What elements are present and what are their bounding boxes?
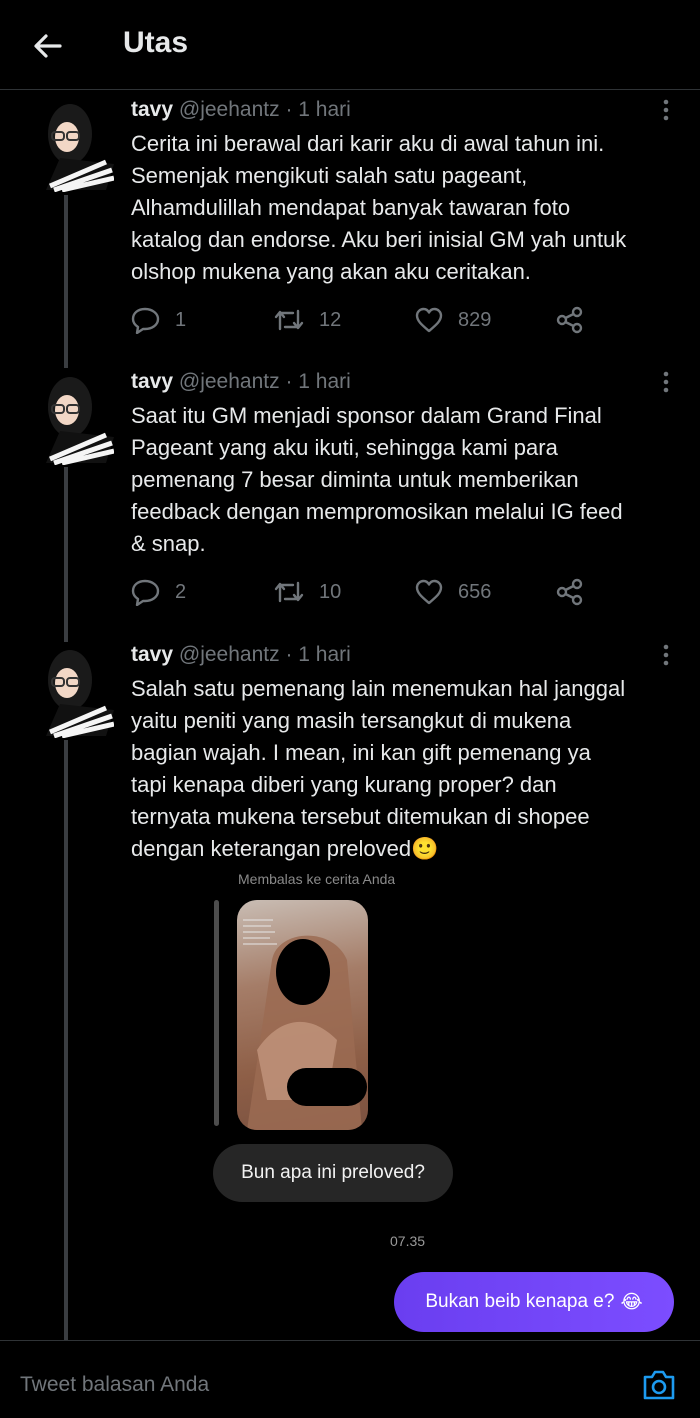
- avatar[interactable]: [40, 100, 114, 192]
- retweet-count: 12: [319, 308, 342, 331]
- retweet-count: 10: [319, 580, 342, 603]
- separator: ·: [285, 370, 293, 393]
- story-reply-bar: [214, 900, 219, 1126]
- thread-line: [64, 195, 68, 368]
- retweet-button[interactable]: 10: [273, 577, 341, 607]
- camera-icon[interactable]: [641, 1369, 677, 1401]
- share-button[interactable]: [555, 305, 585, 335]
- avatar[interactable]: [40, 646, 114, 738]
- dm-message-incoming: Bun apa ini preloved?: [213, 1144, 453, 1202]
- display-name[interactable]: tavy: [131, 643, 173, 666]
- tweet-meta: tavy @jeehantz · 1 hari: [131, 370, 351, 394]
- retweet-icon: [274, 309, 304, 331]
- share-button[interactable]: [555, 577, 585, 607]
- laughing-emoji: 😂: [620, 1291, 643, 1313]
- tweet-text: Cerita ini berawal dari karir aku di awa…: [131, 131, 627, 284]
- share-icon: [556, 578, 583, 606]
- like-count: 656: [458, 580, 492, 603]
- separator: ·: [285, 98, 293, 121]
- reply-count: 1: [175, 308, 187, 331]
- timestamp[interactable]: 1 hari: [298, 370, 351, 393]
- reply-icon: [131, 307, 160, 334]
- story-thumbnail: [237, 900, 368, 1130]
- retweet-icon: [274, 581, 304, 603]
- display-name[interactable]: tavy: [131, 98, 173, 121]
- tweet-image-dm-screenshot[interactable]: Membalas ke cerita Anda Bun apa ini prel…: [200, 868, 700, 1338]
- thread-line: [64, 467, 68, 642]
- avatar[interactable]: [40, 373, 114, 465]
- dm-message-outgoing: Bukan beib kenapa e? 😂: [394, 1272, 674, 1332]
- reply-button[interactable]: 1: [131, 305, 186, 335]
- dm-story-reply-caption: Membalas ke cerita Anda: [238, 871, 396, 884]
- more-options-icon[interactable]: [660, 370, 672, 394]
- story-photo: [243, 919, 367, 1130]
- top-bar: Utas: [0, 0, 700, 90]
- handle[interactable]: @jeehantz: [179, 98, 280, 121]
- tweet-text: Saat itu GM menjadi sponsor dalam Grand …: [131, 403, 623, 556]
- page-title: Utas: [123, 26, 189, 59]
- heart-icon: [415, 579, 443, 605]
- thread-line: [64, 740, 68, 1340]
- timestamp[interactable]: 1 hari: [298, 643, 351, 666]
- reply-count: 2: [175, 580, 187, 603]
- handle[interactable]: @jeehantz: [179, 643, 280, 666]
- like-button[interactable]: 656: [414, 577, 491, 607]
- like-count: 829: [458, 308, 492, 331]
- retweet-button[interactable]: 12: [273, 305, 341, 335]
- handle[interactable]: @jeehantz: [179, 370, 280, 393]
- dm-outgoing-text: Bukan beib kenapa e?: [425, 1291, 615, 1312]
- more-options-icon[interactable]: [660, 643, 672, 667]
- dm-timestamp: 07.35: [390, 1233, 426, 1249]
- tweet-actions: 2 10 656: [131, 577, 601, 607]
- reply-input-placeholder[interactable]: Tweet balasan Anda: [20, 1373, 209, 1397]
- tweet-meta: tavy @jeehantz · 1 hari: [131, 98, 351, 122]
- reply-icon: [131, 579, 160, 606]
- share-icon: [556, 306, 583, 334]
- heart-icon: [415, 307, 443, 333]
- display-name[interactable]: tavy: [131, 370, 173, 393]
- reply-button[interactable]: 2: [131, 577, 186, 607]
- reply-composer[interactable]: Tweet balasan Anda: [0, 1340, 700, 1418]
- back-arrow-icon[interactable]: [30, 28, 66, 64]
- separator: ·: [285, 643, 293, 666]
- timestamp[interactable]: 1 hari: [298, 98, 351, 121]
- tweet-meta: tavy @jeehantz · 1 hari: [131, 643, 351, 667]
- more-options-icon[interactable]: [660, 98, 672, 122]
- like-button[interactable]: 829: [414, 305, 491, 335]
- tweet-actions: 1 12 829: [131, 305, 601, 335]
- tweet-text: Salah satu pemenang lain menemukan hal j…: [131, 676, 626, 861]
